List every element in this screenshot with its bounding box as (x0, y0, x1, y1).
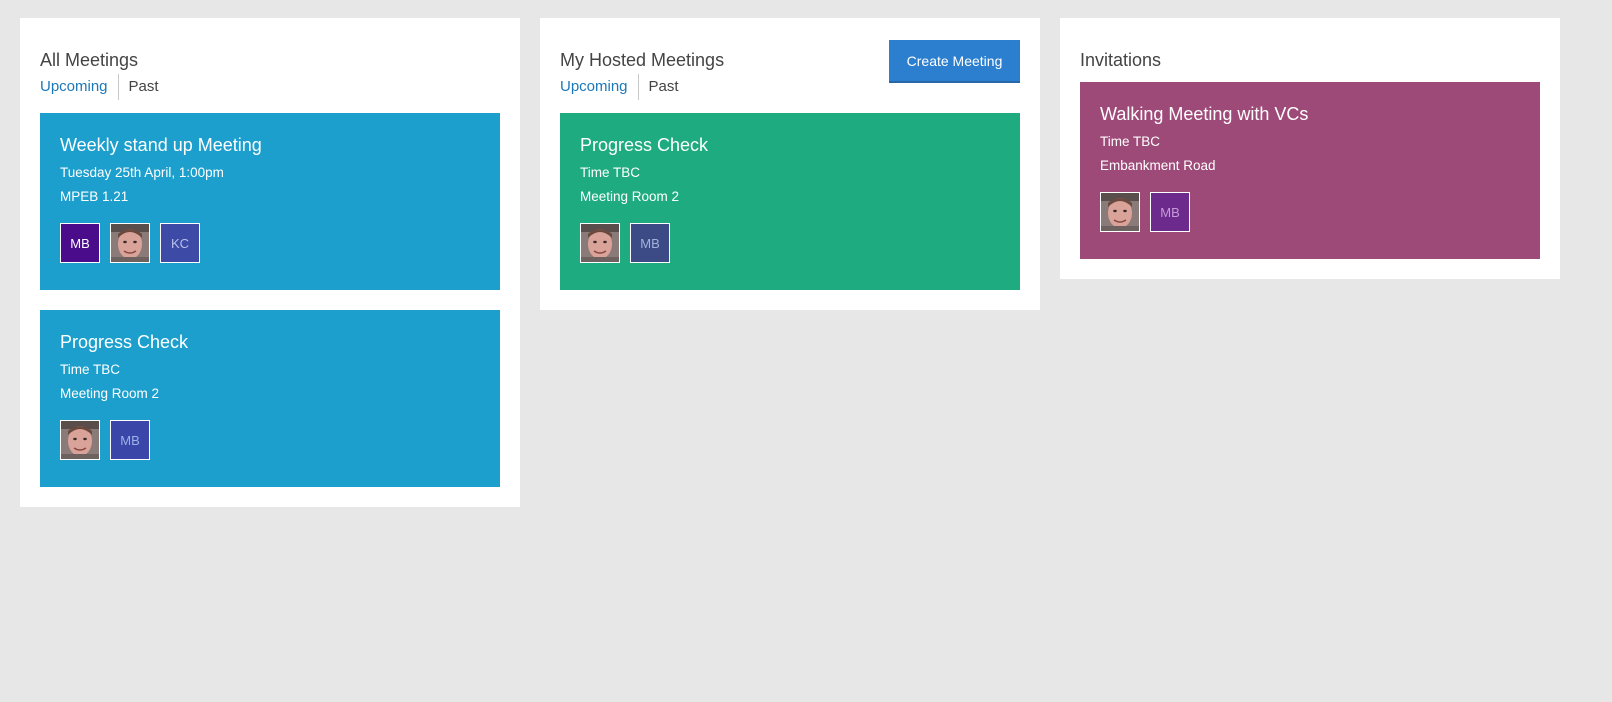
avatar-photo[interactable] (580, 223, 620, 263)
avatar-photo[interactable] (1100, 192, 1140, 232)
avatar[interactable]: MB (110, 420, 150, 460)
tab-upcoming[interactable]: Upcoming (560, 75, 628, 99)
avatar-photo[interactable] (110, 223, 150, 263)
meeting-location: MPEB 1.21 (60, 189, 129, 204)
avatar[interactable]: KC (160, 223, 200, 263)
attendee-list: MB KC (60, 223, 480, 263)
meeting-location: Meeting Room 2 (580, 189, 680, 204)
tab-upcoming[interactable]: Upcoming (40, 75, 108, 99)
meeting-location: Meeting Room 2 (60, 386, 160, 401)
meeting-time: Tuesday 25th April, 1:00pm (60, 165, 224, 180)
avatar[interactable]: MB (630, 223, 670, 263)
meeting-title: Progress Check (580, 135, 709, 155)
create-meeting-button[interactable]: Create Meeting (889, 40, 1020, 83)
meeting-time: Time TBC (1100, 134, 1161, 149)
panel-title: Invitations (1080, 50, 1162, 70)
meeting-title: Weekly stand up Meeting (60, 135, 262, 155)
avatar[interactable]: MB (1150, 192, 1190, 232)
meeting-card[interactable]: Progress Check Time TBC Meeting Room 2 M… (40, 310, 500, 487)
attendee-list: MB (60, 420, 480, 460)
invitations-panel: Invitations Walking Meeting with VCs Tim… (1060, 18, 1560, 279)
hosted-meetings-panel: My Hosted Meetings Create Meeting Upcomi… (540, 18, 1040, 310)
meeting-time: Time TBC (60, 362, 121, 377)
avatar[interactable]: MB (60, 223, 100, 263)
tab-divider (117, 73, 119, 100)
meeting-time: Time TBC (580, 165, 641, 180)
avatar-photo[interactable] (60, 420, 100, 460)
tab-past[interactable]: Past (649, 75, 679, 99)
meeting-title: Walking Meeting with VCs (1100, 104, 1309, 124)
all-meetings-panel: All Meetings Upcoming Past Weekly stand … (20, 18, 520, 507)
meeting-title: Progress Check (60, 332, 189, 352)
meeting-card[interactable]: Progress Check Time TBC Meeting Room 2 M… (560, 113, 1020, 290)
meeting-location: Embankment Road (1100, 158, 1216, 173)
meeting-card[interactable]: Weekly stand up Meeting Tuesday 25th Apr… (40, 113, 500, 290)
invitation-card[interactable]: Walking Meeting with VCs Time TBC Embank… (1080, 82, 1540, 259)
tab-divider (637, 73, 639, 100)
attendee-list: MB (580, 223, 1000, 263)
attendee-list: MB (1100, 192, 1520, 232)
meeting-tabs: Upcoming Past (40, 73, 500, 100)
tab-past[interactable]: Past (129, 75, 159, 99)
panel-title: All Meetings (40, 50, 139, 70)
